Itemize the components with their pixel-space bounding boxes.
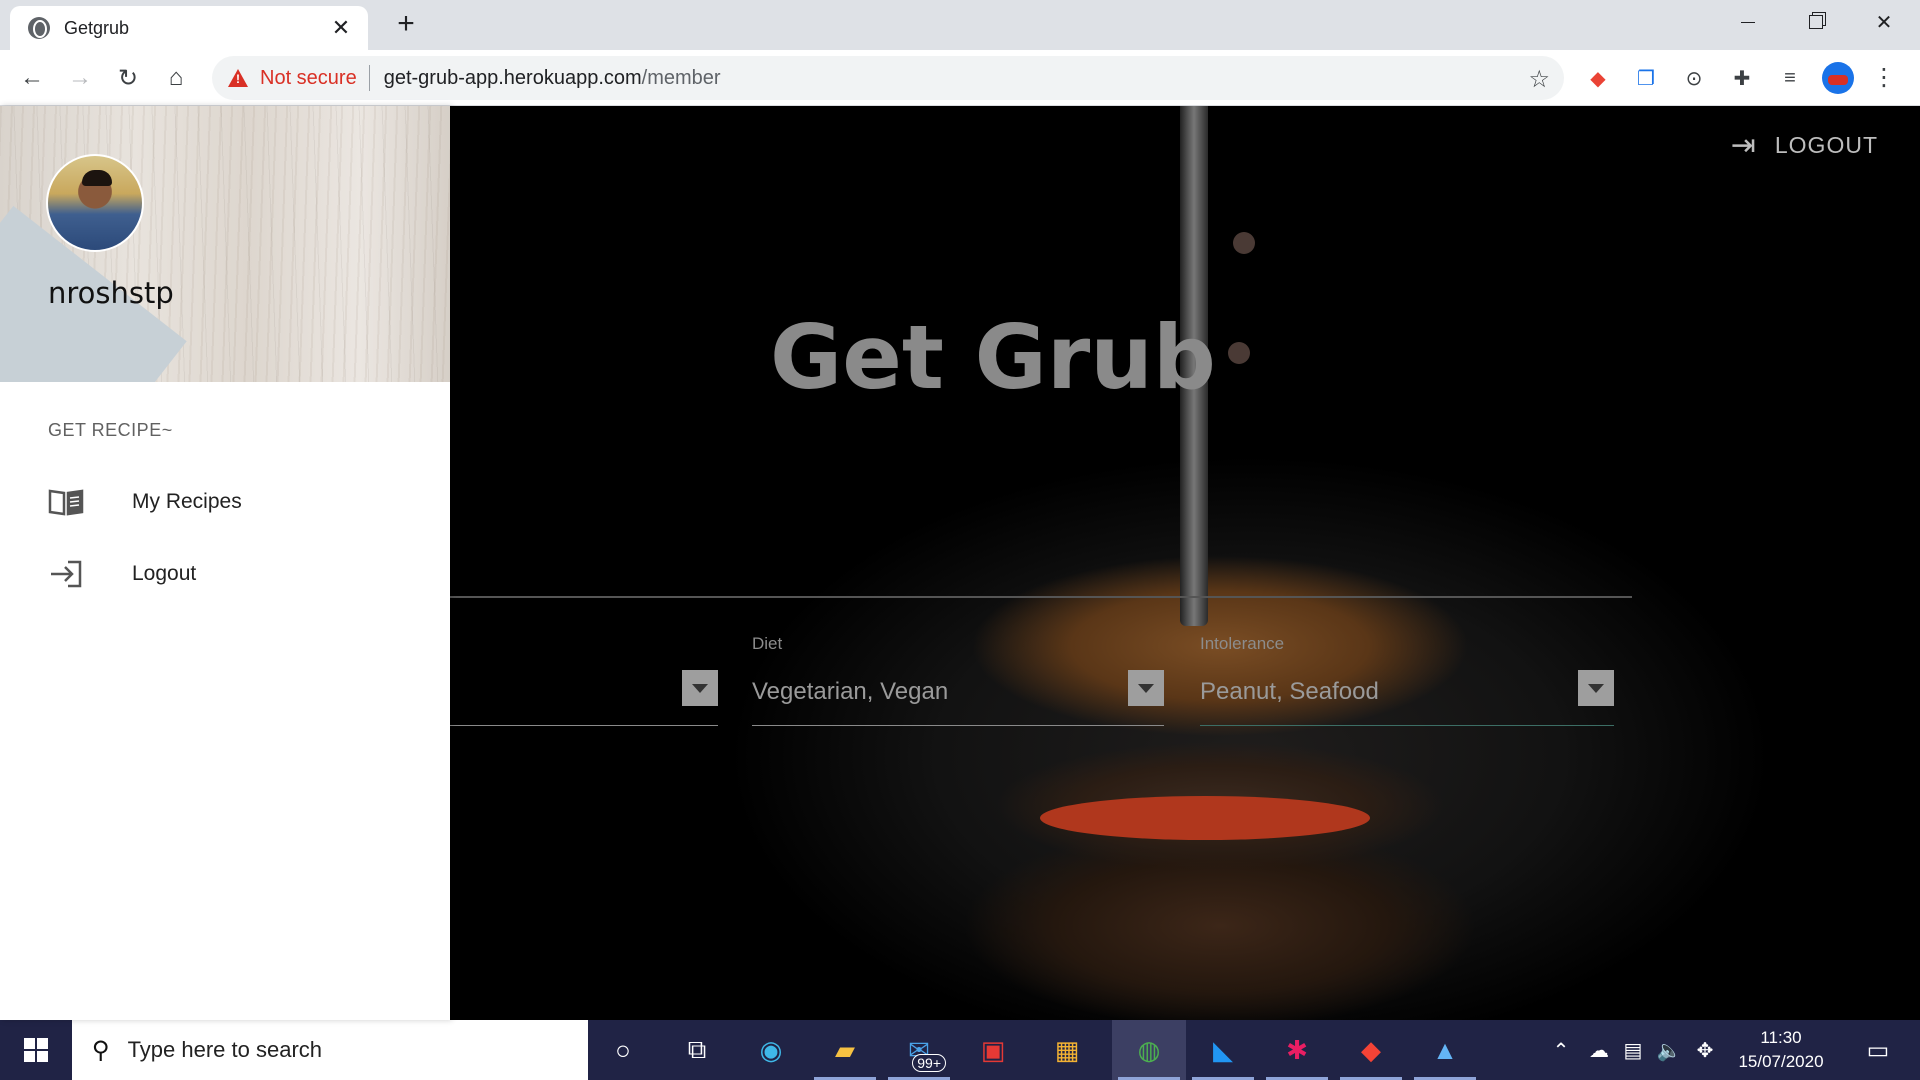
clock-date: 15/07/2020: [1738, 1052, 1824, 1071]
globe-icon: [28, 17, 50, 39]
url-path: /member: [641, 66, 721, 89]
home-button[interactable]: ⌂: [158, 60, 194, 96]
media-control-icon[interactable]: ≡: [1776, 64, 1804, 92]
gift-icon[interactable]: ▣: [956, 1020, 1030, 1080]
section-label-get-recipe[interactable]: GET RECIPE~: [48, 420, 173, 441]
forward-button[interactable]: →: [62, 60, 98, 96]
chevron-down-icon: [1588, 683, 1604, 693]
sidebar-profile-header: nroshstp: [0, 106, 450, 382]
hero-burger-image: [1040, 796, 1370, 840]
file-explorer-icon[interactable]: ▰: [808, 1020, 882, 1080]
profile-avatar[interactable]: [1822, 62, 1854, 94]
minimize-icon: [1741, 21, 1755, 23]
new-tab-button[interactable]: +: [390, 8, 422, 40]
chevron-down-icon: [1138, 683, 1154, 693]
slack-icon[interactable]: ✱: [1260, 1020, 1334, 1080]
close-window-button[interactable]: ✕: [1850, 0, 1918, 44]
mail-icon[interactable]: ✉ 99+: [882, 1020, 956, 1080]
close-tab-icon[interactable]: ✕: [328, 15, 354, 41]
hero-divider: [450, 596, 1632, 598]
url-host: get-grub-app.herokuapp.com: [383, 66, 642, 89]
browser-tab-getgrub[interactable]: Getgrub ✕: [10, 6, 368, 50]
windows-taskbar: ⚲ Type here to search ○ ⧉ ◉ ▰ ✉ 99+ ▣ ▦ ◍…: [0, 1020, 1920, 1080]
username: nroshstp: [48, 276, 174, 310]
extensions-puzzle-icon[interactable]: ✚: [1728, 64, 1756, 92]
reload-button[interactable]: ↻: [110, 60, 146, 96]
vscode-icon[interactable]: ◣: [1186, 1020, 1260, 1080]
git-client-icon[interactable]: ◆: [1334, 1020, 1408, 1080]
hero-title: Get Grub: [770, 306, 1216, 409]
sidebar-item-logout[interactable]: Logout: [0, 544, 450, 604]
dropbox-icon[interactable]: ✥: [1690, 1020, 1720, 1080]
field-value: Vegetarian, Vegan: [752, 678, 949, 705]
photos-icon[interactable]: ▲: [1408, 1020, 1482, 1080]
warning-icon[interactable]: [228, 69, 248, 87]
intolerance-select[interactable]: Intolerance Peanut, Seafood: [1200, 634, 1614, 726]
field-label: Intolerance: [1200, 634, 1285, 653]
chrome-icon[interactable]: ◍: [1112, 1020, 1186, 1080]
task-view-icon[interactable]: ⧉: [660, 1020, 734, 1080]
knife-rivet: [1228, 342, 1250, 364]
start-button[interactable]: [0, 1020, 72, 1080]
browser-toolbar: ← → ↻ ⌂ Not secure get-grub-app.herokuap…: [0, 50, 1920, 106]
omnibox-divider: [368, 65, 370, 91]
sidebar: nroshstp GET RECIPE~ My Recipes Logout: [0, 106, 450, 1020]
header-logout-label: LOGOUT: [1774, 132, 1878, 158]
notification-center-icon[interactable]: ▭: [1848, 1020, 1908, 1080]
header-logout-button[interactable]: ⇥ LOGOUT: [1731, 128, 1878, 163]
taskbar-search[interactable]: ⚲ Type here to search: [72, 1020, 588, 1080]
extension-screencast-icon[interactable]: ◆: [1584, 64, 1612, 92]
tray-overflow-chevron-icon[interactable]: ⌃: [1546, 1020, 1576, 1080]
book-open-icon: [48, 487, 84, 517]
extension-code-icon[interactable]: ⊙: [1680, 64, 1708, 92]
system-clock[interactable]: 11:30 15/07/2020: [1726, 1026, 1836, 1074]
restore-icon: [1809, 15, 1823, 29]
tab-title: Getgrub: [64, 17, 130, 38]
dropdown-arrow-button[interactable]: [1578, 670, 1614, 706]
user-avatar[interactable]: [46, 154, 144, 252]
hero-section: ⇥ LOGOUT Get Grub Diet Vegetarian, Vegan…: [450, 106, 1920, 1020]
search-placeholder: Type here to search: [127, 1037, 323, 1062]
cortana-icon[interactable]: ○: [586, 1020, 660, 1080]
diet-select[interactable]: Diet Vegetarian, Vegan: [752, 634, 1164, 726]
restore-window-button[interactable]: [1782, 0, 1850, 44]
book-open-svg: [48, 489, 84, 516]
extension-copy-icon[interactable]: ❐: [1632, 64, 1660, 92]
onedrive-cloud-icon[interactable]: ☁: [1584, 1020, 1614, 1080]
windows-logo-icon: [24, 1038, 48, 1062]
clock-time: 11:30: [1760, 1028, 1802, 1047]
browser-menu-icon[interactable]: ⋮: [1872, 62, 1896, 94]
knife-rivet: [1233, 232, 1255, 254]
search-icon: ⚲: [92, 1036, 110, 1064]
store-icon[interactable]: ▦: [1030, 1020, 1104, 1080]
login-arrow-svg: [51, 560, 82, 588]
dropdown-arrow-button[interactable]: [1128, 670, 1164, 706]
cuisine-select[interactable]: [450, 666, 718, 726]
mail-badge: 99+: [912, 1054, 946, 1072]
address-bar[interactable]: Not secure get-grub-app.herokuapp.com /m…: [212, 56, 1564, 100]
sidebar-item-label: Logout: [132, 562, 197, 585]
sidebar-item-my-recipes[interactable]: My Recipes: [0, 472, 450, 532]
volume-icon[interactable]: 🔈: [1654, 1020, 1684, 1080]
bookmark-star-icon[interactable]: ☆: [1528, 65, 1550, 94]
browser-tab-strip: Getgrub ✕ + ✕: [0, 0, 1920, 50]
back-button[interactable]: ←: [14, 60, 50, 96]
chevron-down-icon: [692, 683, 708, 693]
app-page: nroshstp GET RECIPE~ My Recipes Logout ⇥…: [0, 106, 1920, 1020]
dropdown-arrow-button[interactable]: [682, 670, 718, 706]
login-arrow-icon: [48, 559, 84, 589]
network-icon[interactable]: ▤: [1618, 1020, 1648, 1080]
sidebar-item-label: My Recipes: [132, 490, 242, 513]
minimize-window-button[interactable]: [1714, 0, 1782, 44]
edge-icon[interactable]: ◉: [734, 1020, 808, 1080]
login-arrow-icon: ⇥: [1730, 129, 1757, 162]
field-value: Peanut, Seafood: [1200, 678, 1379, 705]
field-label: Diet: [752, 634, 783, 653]
security-status[interactable]: Not secure: [260, 67, 357, 90]
